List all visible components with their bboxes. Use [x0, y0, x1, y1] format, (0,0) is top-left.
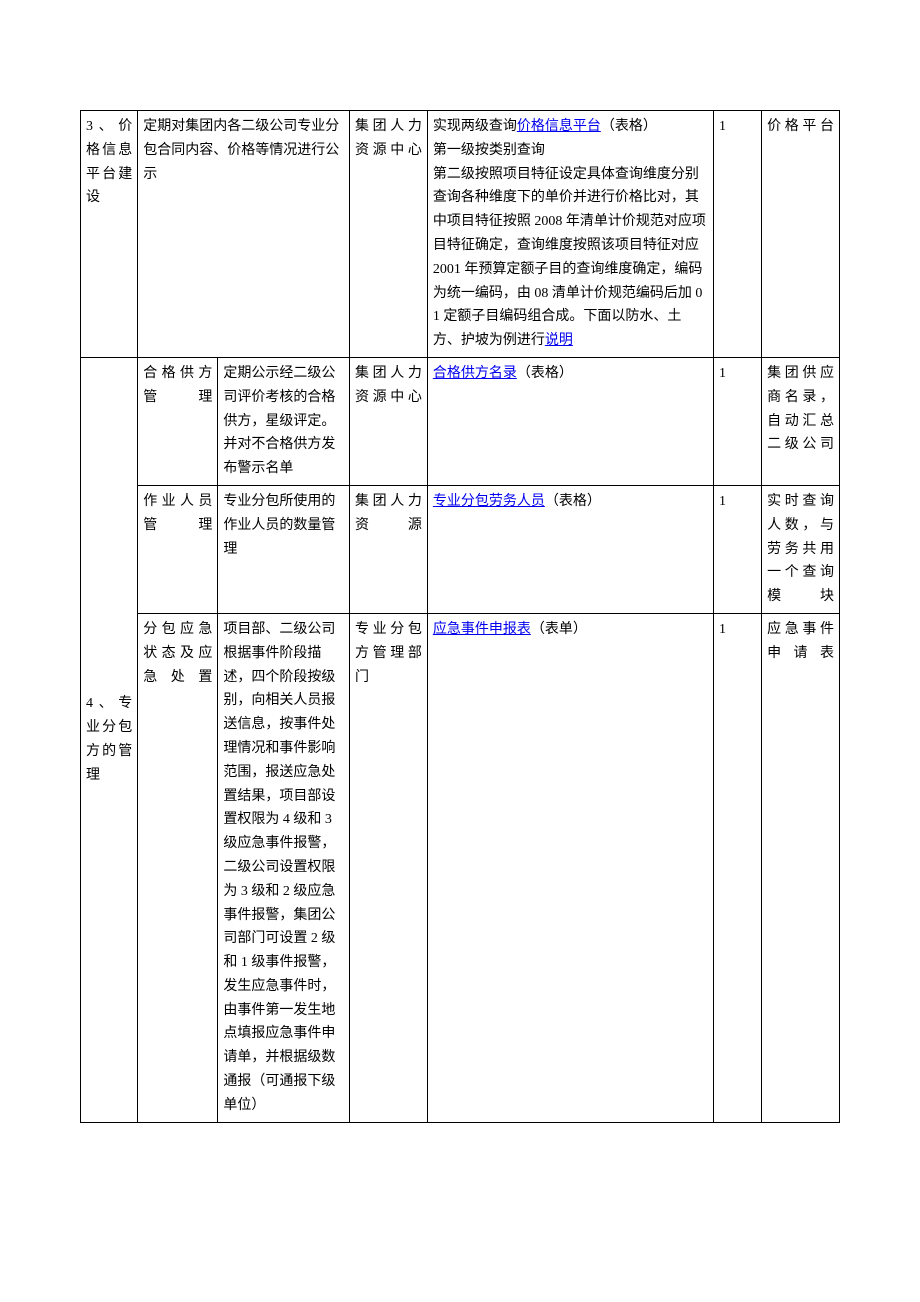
supplier-list-link[interactable]: 合格供方名录 [433, 366, 517, 381]
module-cell: 4、专业分包方的管理 [81, 357, 138, 1122]
num-cell: 1 [714, 613, 762, 1122]
num-cell: 1 [714, 111, 762, 358]
table-row: 分包应急状态及应急处置 项目部、二级公司根据事件阶段描述，四个阶段按级别，向相关… [81, 613, 840, 1122]
table-row: 4、专业分包方的管理 合格供方管理 定期公示经二级公司评价考核的合格供方，星级评… [81, 357, 840, 485]
desc-cell: 项目部、二级公司根据事件阶段描述，四个阶段按级别，向相关人员报送信息，按事件处理… [218, 613, 350, 1122]
dept-cell: 集团人力资源中心 [350, 357, 428, 485]
table-row: 3、价格信息平台建设 定期对集团内各二级公司专业分包合同内容、价格等情况进行公示… [81, 111, 840, 358]
detail-cell: 应急事件申报表（表单） [427, 613, 713, 1122]
explanation-link[interactable]: 说明 [545, 333, 573, 348]
dept-cell: 专业分包方管理部门 [350, 613, 428, 1122]
detail-after-link: （表格） [601, 119, 657, 134]
num-cell: 1 [714, 485, 762, 613]
detail-line-2: 第二级按照项目特征设定具体查询维度分别查询各种维度下的单价并进行价格比对，其中项… [433, 167, 706, 349]
detail-after-link: （表格） [545, 494, 601, 509]
sub-cell: 分包应急状态及应急处置 [138, 613, 218, 1122]
detail-cell: 合格供方名录（表格） [427, 357, 713, 485]
detail-cell: 实现两级查询价格信息平台（表格） 第一级按类别查询 第二级按照项目特征设定具体查… [427, 111, 713, 358]
labor-personnel-link[interactable]: 专业分包劳务人员 [433, 494, 545, 509]
dept-cell: 集团人力资源中心 [350, 111, 428, 358]
num-cell: 1 [714, 357, 762, 485]
dept-cell: 集团人力资源 [350, 485, 428, 613]
desc-cell: 专业分包所使用的作业人员的数量管理 [218, 485, 350, 613]
price-platform-link[interactable]: 价格信息平台 [517, 119, 601, 134]
detail-cell: 专业分包劳务人员（表格） [427, 485, 713, 613]
remark-cell: 集团供应商名录，自动汇总二级公司 [762, 357, 840, 485]
detail-after-link: （表单） [531, 622, 587, 637]
remark-cell: 价格平台 [762, 111, 840, 358]
sub-cell: 作业人员管理 [138, 485, 218, 613]
detail-after-link: （表格） [517, 366, 573, 381]
remark-cell: 应急事件申请表 [762, 613, 840, 1122]
specification-table: 3、价格信息平台建设 定期对集团内各二级公司专业分包合同内容、价格等情况进行公示… [80, 110, 840, 1123]
remark-cell: 实时查询人数，与劳务共用一个查询模块 [762, 485, 840, 613]
table-row: 作业人员管理 专业分包所使用的作业人员的数量管理 集团人力资源 专业分包劳务人员… [81, 485, 840, 613]
module-cell: 3、价格信息平台建设 [81, 111, 138, 358]
desc-cell: 定期公示经二级公司评价考核的合格供方，星级评定。并对不合格供方发布警示名单 [218, 357, 350, 485]
emergency-report-link[interactable]: 应急事件申报表 [433, 622, 531, 637]
desc-cell: 定期对集团内各二级公司专业分包合同内容、价格等情况进行公示 [138, 111, 350, 358]
sub-cell: 合格供方管理 [138, 357, 218, 485]
detail-prefix: 实现两级查询 [433, 119, 517, 134]
detail-line-1: 第一级按类别查询 [433, 143, 545, 158]
